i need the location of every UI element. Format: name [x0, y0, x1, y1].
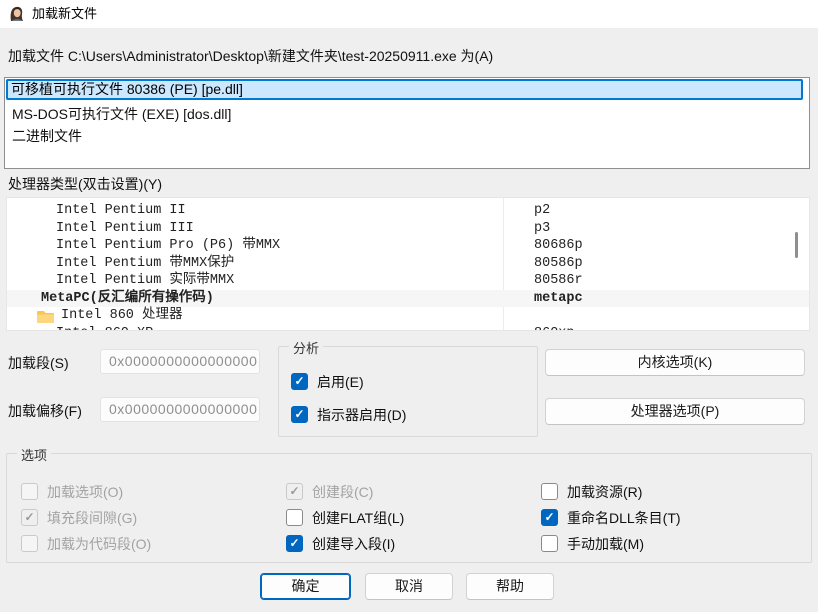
options-group: 选项 ✓ 加载选项(O) ✓ 填充段间隙(G) ✓ 加载为代码段(O) ✓ 创建… — [6, 453, 812, 563]
option-row: ✓ 加载选项(O) — [21, 483, 261, 502]
option-row: ✓ 创建导入段(I) — [286, 535, 526, 554]
processor-id: metapc — [534, 290, 583, 308]
checkbox-manual-load[interactable]: ✓ — [541, 535, 558, 552]
check-icon: ✓ — [22, 510, 37, 525]
checkbox-label: 加载资源(R) — [567, 483, 642, 501]
checkbox-label: 创建段(C) — [312, 483, 373, 501]
processor-name: Intel 860 处理器 — [61, 307, 183, 325]
options-group-title: 选项 — [17, 445, 51, 464]
checkbox-label: 填充段间隙(G) — [47, 509, 137, 527]
option-row: ✓ 创建FLAT组(L) — [286, 509, 526, 528]
checkbox-rename-dll-entries[interactable]: ✓ — [541, 509, 558, 526]
checkbox-load-as-code-segment: ✓ — [21, 535, 38, 552]
window-title: 加载新文件 — [32, 0, 97, 28]
ok-button[interactable]: 确定 — [260, 573, 351, 600]
kernel-options-button[interactable]: 内核选项(K) — [545, 349, 805, 376]
processor-id: 80686p — [534, 237, 583, 255]
checkbox-enable[interactable]: ✓ — [291, 373, 308, 390]
processor-name: Intel Pentium Pro (P6) 带MMX — [56, 237, 280, 255]
file-prompt-label: 加载文件 C:\Users\Administrator\Desktop\新建文件… — [8, 46, 493, 66]
processor-listbox[interactable]: Intel Pentium II p2 Intel Pentium III p3… — [6, 197, 810, 331]
help-button[interactable]: 帮助 — [466, 573, 554, 600]
checkbox-label: 加载为代码段(O) — [47, 535, 151, 553]
analysis-indicator-row: ✓ 指示器启用(D) — [291, 406, 521, 425]
checkbox-fill-segment-gaps: ✓ — [21, 509, 38, 526]
checkbox-label: 创建FLAT组(L) — [312, 509, 404, 527]
loader-option[interactable]: 二进制文件 — [12, 126, 82, 146]
scrollbar-thumb[interactable] — [795, 232, 798, 258]
processor-row[interactable]: Intel 860 处理器 — [7, 307, 810, 325]
check-icon: ✓ — [287, 536, 302, 551]
analysis-enable-row: ✓ 启用(E) — [291, 373, 521, 392]
checkbox-load-resources[interactable]: ✓ — [541, 483, 558, 500]
processor-type-label: 处理器类型(双击设置)(Y) — [8, 174, 162, 194]
analysis-group: 分析 ✓ 启用(E) ✓ 指示器启用(D) — [278, 346, 538, 437]
checkbox-label: 加载选项(O) — [47, 483, 123, 501]
option-row: ✓ 加载资源(R) — [541, 483, 781, 502]
checkbox-create-segments: ✓ — [286, 483, 303, 500]
processor-row[interactable]: Intel Pentium Pro (P6) 带MMX 80686p — [7, 237, 810, 255]
processor-name: Intel Pentium II — [56, 202, 186, 220]
checkbox-label: 重命名DLL条目(T) — [567, 509, 681, 527]
load-offset-label: 加载偏移(F) — [8, 401, 82, 421]
load-segment-input: 0x0000000000000000 — [100, 349, 260, 374]
processor-id: p3 — [534, 220, 550, 238]
processor-row[interactable]: Intel Pentium 实际带MMX 80586r — [7, 272, 810, 290]
checkbox-create-flat-group[interactable]: ✓ — [286, 509, 303, 526]
check-icon: ✓ — [292, 374, 307, 389]
checkbox-indicator[interactable]: ✓ — [291, 406, 308, 423]
checkbox-create-imports-segment[interactable]: ✓ — [286, 535, 303, 552]
check-icon: ✓ — [542, 510, 557, 525]
processor-row-clipped[interactable]: Intel 860 XP 860xp — [7, 325, 810, 332]
check-icon: ✓ — [287, 484, 302, 499]
processor-row-metapc[interactable]: MetaPC(反汇编所有操作码) metapc — [7, 290, 810, 308]
loader-option[interactable]: MS-DOS可执行文件 (EXE) [dos.dll] — [12, 104, 231, 124]
checkbox-load-options: ✓ — [21, 483, 38, 500]
option-row: ✓ 填充段间隙(G) — [21, 509, 261, 528]
cancel-button[interactable]: 取消 — [365, 573, 453, 600]
app-icon — [8, 5, 26, 23]
processor-row[interactable]: Intel Pentium III p3 — [7, 220, 810, 238]
processor-row[interactable]: Intel Pentium II p2 — [7, 202, 810, 220]
loader-listbox[interactable]: 可移植可执行文件 80386 (PE) [pe.dll] MS-DOS可执行文件… — [4, 77, 810, 169]
processor-name: MetaPC(反汇编所有操作码) — [41, 290, 214, 308]
title-bar: 加载新文件 — [0, 0, 818, 28]
processor-name: Intel Pentium 实际带MMX — [56, 272, 234, 290]
checkbox-label: 创建导入段(I) — [312, 535, 395, 553]
analysis-group-title: 分析 — [289, 338, 323, 357]
processor-name: Intel Pentium III — [56, 220, 194, 238]
load-offset-input: 0x0000000000000000 — [100, 397, 260, 422]
option-row: ✓ 加载为代码段(O) — [21, 535, 261, 554]
checkbox-label: 指示器启用(D) — [317, 406, 406, 424]
processor-options-button[interactable]: 处理器选项(P) — [545, 398, 805, 425]
processor-id: 80586p — [534, 255, 583, 273]
option-row: ✓ 手动加载(M) — [541, 535, 781, 554]
option-row: ✓ 创建段(C) — [286, 483, 526, 502]
option-row: ✓ 重命名DLL条目(T) — [541, 509, 781, 528]
checkbox-label: 手动加载(M) — [567, 535, 644, 553]
processor-id: p2 — [534, 202, 550, 220]
processor-name: Intel 860 XP — [56, 325, 153, 332]
loader-option-selected[interactable]: 可移植可执行文件 80386 (PE) [pe.dll] — [6, 79, 803, 100]
load-segment-label: 加载段(S) — [8, 353, 69, 373]
checkbox-label: 启用(E) — [317, 373, 364, 391]
processor-name: Intel Pentium 带MMX保护 — [56, 255, 234, 273]
processor-id: 860xp — [534, 325, 575, 332]
processor-row[interactable]: Intel Pentium 带MMX保护 80586p — [7, 255, 810, 273]
check-icon: ✓ — [292, 407, 307, 422]
folder-icon — [37, 309, 54, 323]
processor-id: 80586r — [534, 272, 583, 290]
